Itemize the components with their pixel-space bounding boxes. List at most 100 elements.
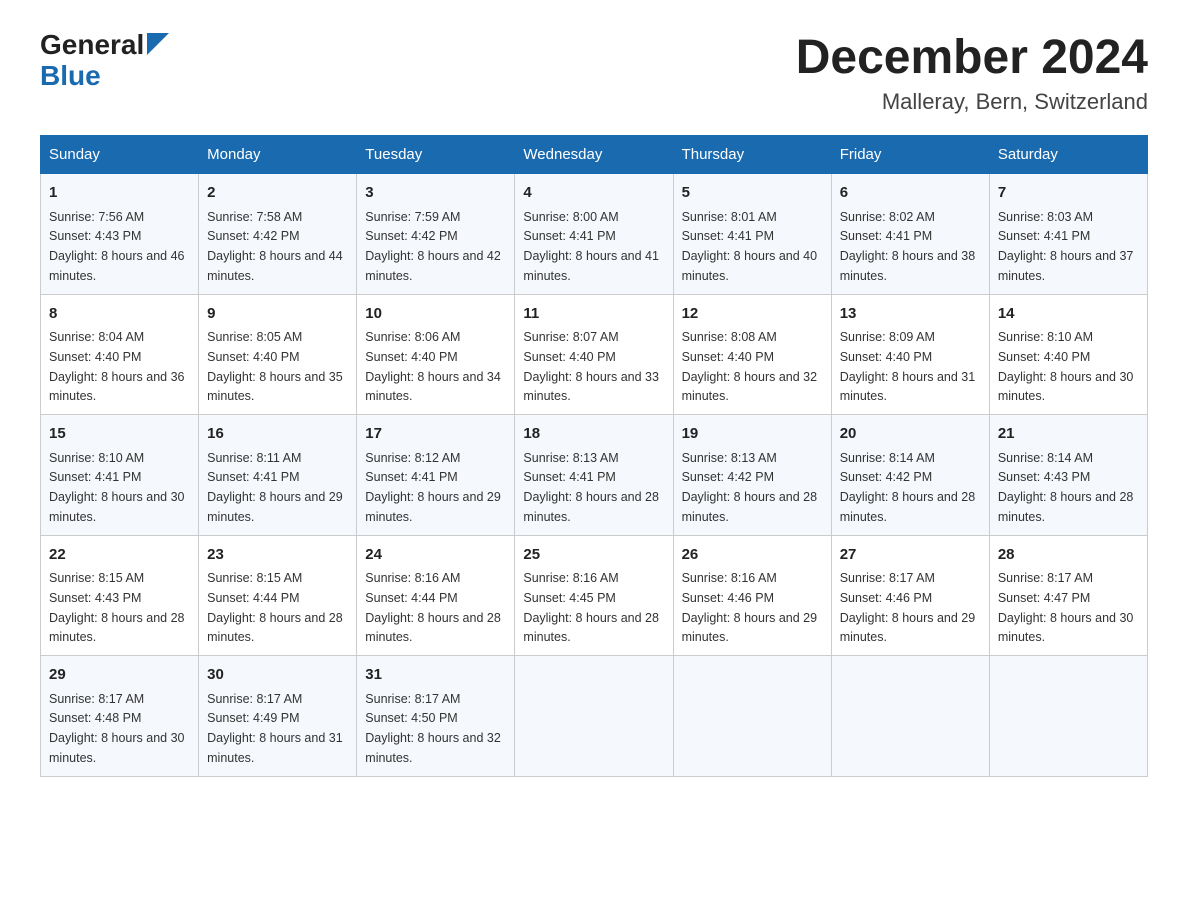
day-info: Sunrise: 8:14 AMSunset: 4:42 PMDaylight:… bbox=[840, 451, 976, 524]
day-info: Sunrise: 8:05 AMSunset: 4:40 PMDaylight:… bbox=[207, 330, 343, 403]
day-number: 28 bbox=[998, 544, 1139, 567]
day-cell: 3 Sunrise: 7:59 AMSunset: 4:42 PMDayligh… bbox=[357, 174, 515, 295]
day-number: 2 bbox=[207, 182, 348, 205]
day-number: 17 bbox=[365, 423, 506, 446]
day-of-week-header-tuesday: Tuesday bbox=[357, 136, 515, 174]
day-cell: 10 Sunrise: 8:06 AMSunset: 4:40 PMDaylig… bbox=[357, 294, 515, 415]
week-row-3: 15 Sunrise: 8:10 AMSunset: 4:41 PMDaylig… bbox=[41, 415, 1148, 536]
day-info: Sunrise: 8:17 AMSunset: 4:49 PMDaylight:… bbox=[207, 692, 343, 765]
day-cell bbox=[515, 656, 673, 777]
day-cell: 8 Sunrise: 8:04 AMSunset: 4:40 PMDayligh… bbox=[41, 294, 199, 415]
day-of-week-header-wednesday: Wednesday bbox=[515, 136, 673, 174]
day-number: 12 bbox=[682, 303, 823, 326]
day-cell: 28 Sunrise: 8:17 AMSunset: 4:47 PMDaylig… bbox=[989, 535, 1147, 656]
day-number: 20 bbox=[840, 423, 981, 446]
logo-blue-text: Blue bbox=[40, 61, 169, 92]
logo: General Blue bbox=[40, 30, 169, 92]
day-cell: 12 Sunrise: 8:08 AMSunset: 4:40 PMDaylig… bbox=[673, 294, 831, 415]
day-info: Sunrise: 8:13 AMSunset: 4:41 PMDaylight:… bbox=[523, 451, 659, 524]
day-info: Sunrise: 8:12 AMSunset: 4:41 PMDaylight:… bbox=[365, 451, 501, 524]
day-number: 3 bbox=[365, 182, 506, 205]
day-cell: 27 Sunrise: 8:17 AMSunset: 4:46 PMDaylig… bbox=[831, 535, 989, 656]
month-year-title: December 2024 bbox=[796, 30, 1148, 85]
day-number: 4 bbox=[523, 182, 664, 205]
day-info: Sunrise: 8:16 AMSunset: 4:46 PMDaylight:… bbox=[682, 571, 818, 644]
week-row-1: 1 Sunrise: 7:56 AMSunset: 4:43 PMDayligh… bbox=[41, 174, 1148, 295]
day-cell: 6 Sunrise: 8:02 AMSunset: 4:41 PMDayligh… bbox=[831, 174, 989, 295]
day-info: Sunrise: 8:17 AMSunset: 4:47 PMDaylight:… bbox=[998, 571, 1134, 644]
day-cell bbox=[673, 656, 831, 777]
day-info: Sunrise: 7:59 AMSunset: 4:42 PMDaylight:… bbox=[365, 210, 501, 283]
day-number: 23 bbox=[207, 544, 348, 567]
day-number: 29 bbox=[49, 664, 190, 687]
page-header: General Blue December 2024 Malleray, Ber… bbox=[40, 30, 1148, 115]
day-number: 19 bbox=[682, 423, 823, 446]
day-number: 26 bbox=[682, 544, 823, 567]
calendar-table: SundayMondayTuesdayWednesdayThursdayFrid… bbox=[40, 135, 1148, 777]
day-cell: 9 Sunrise: 8:05 AMSunset: 4:40 PMDayligh… bbox=[199, 294, 357, 415]
day-cell: 16 Sunrise: 8:11 AMSunset: 4:41 PMDaylig… bbox=[199, 415, 357, 536]
day-info: Sunrise: 8:10 AMSunset: 4:41 PMDaylight:… bbox=[49, 451, 185, 524]
day-cell: 1 Sunrise: 7:56 AMSunset: 4:43 PMDayligh… bbox=[41, 174, 199, 295]
day-of-week-header-sunday: Sunday bbox=[41, 136, 199, 174]
day-number: 10 bbox=[365, 303, 506, 326]
day-info: Sunrise: 8:15 AMSunset: 4:44 PMDaylight:… bbox=[207, 571, 343, 644]
day-number: 22 bbox=[49, 544, 190, 567]
location-subtitle: Malleray, Bern, Switzerland bbox=[796, 89, 1148, 115]
week-row-2: 8 Sunrise: 8:04 AMSunset: 4:40 PMDayligh… bbox=[41, 294, 1148, 415]
day-info: Sunrise: 8:17 AMSunset: 4:46 PMDaylight:… bbox=[840, 571, 976, 644]
day-info: Sunrise: 8:06 AMSunset: 4:40 PMDaylight:… bbox=[365, 330, 501, 403]
day-cell: 19 Sunrise: 8:13 AMSunset: 4:42 PMDaylig… bbox=[673, 415, 831, 536]
day-number: 5 bbox=[682, 182, 823, 205]
day-of-week-header-thursday: Thursday bbox=[673, 136, 831, 174]
day-cell: 15 Sunrise: 8:10 AMSunset: 4:41 PMDaylig… bbox=[41, 415, 199, 536]
day-info: Sunrise: 7:56 AMSunset: 4:43 PMDaylight:… bbox=[49, 210, 185, 283]
day-cell: 21 Sunrise: 8:14 AMSunset: 4:43 PMDaylig… bbox=[989, 415, 1147, 536]
day-cell: 13 Sunrise: 8:09 AMSunset: 4:40 PMDaylig… bbox=[831, 294, 989, 415]
day-cell: 18 Sunrise: 8:13 AMSunset: 4:41 PMDaylig… bbox=[515, 415, 673, 536]
day-info: Sunrise: 8:03 AMSunset: 4:41 PMDaylight:… bbox=[998, 210, 1134, 283]
day-cell bbox=[989, 656, 1147, 777]
day-of-week-header-friday: Friday bbox=[831, 136, 989, 174]
day-cell: 23 Sunrise: 8:15 AMSunset: 4:44 PMDaylig… bbox=[199, 535, 357, 656]
day-cell: 24 Sunrise: 8:16 AMSunset: 4:44 PMDaylig… bbox=[357, 535, 515, 656]
day-number: 9 bbox=[207, 303, 348, 326]
day-info: Sunrise: 8:02 AMSunset: 4:41 PMDaylight:… bbox=[840, 210, 976, 283]
day-number: 27 bbox=[840, 544, 981, 567]
day-info: Sunrise: 8:09 AMSunset: 4:40 PMDaylight:… bbox=[840, 330, 976, 403]
day-cell: 26 Sunrise: 8:16 AMSunset: 4:46 PMDaylig… bbox=[673, 535, 831, 656]
week-row-5: 29 Sunrise: 8:17 AMSunset: 4:48 PMDaylig… bbox=[41, 656, 1148, 777]
day-cell: 4 Sunrise: 8:00 AMSunset: 4:41 PMDayligh… bbox=[515, 174, 673, 295]
day-info: Sunrise: 8:08 AMSunset: 4:40 PMDaylight:… bbox=[682, 330, 818, 403]
day-number: 11 bbox=[523, 303, 664, 326]
day-cell: 31 Sunrise: 8:17 AMSunset: 4:50 PMDaylig… bbox=[357, 656, 515, 777]
day-info: Sunrise: 8:10 AMSunset: 4:40 PMDaylight:… bbox=[998, 330, 1134, 403]
day-number: 30 bbox=[207, 664, 348, 687]
day-cell: 22 Sunrise: 8:15 AMSunset: 4:43 PMDaylig… bbox=[41, 535, 199, 656]
day-cell: 5 Sunrise: 8:01 AMSunset: 4:41 PMDayligh… bbox=[673, 174, 831, 295]
day-cell: 25 Sunrise: 8:16 AMSunset: 4:45 PMDaylig… bbox=[515, 535, 673, 656]
day-info: Sunrise: 8:15 AMSunset: 4:43 PMDaylight:… bbox=[49, 571, 185, 644]
day-cell: 14 Sunrise: 8:10 AMSunset: 4:40 PMDaylig… bbox=[989, 294, 1147, 415]
day-info: Sunrise: 8:17 AMSunset: 4:50 PMDaylight:… bbox=[365, 692, 501, 765]
day-info: Sunrise: 8:16 AMSunset: 4:44 PMDaylight:… bbox=[365, 571, 501, 644]
day-info: Sunrise: 8:16 AMSunset: 4:45 PMDaylight:… bbox=[523, 571, 659, 644]
day-number: 21 bbox=[998, 423, 1139, 446]
day-info: Sunrise: 8:01 AMSunset: 4:41 PMDaylight:… bbox=[682, 210, 818, 283]
day-info: Sunrise: 7:58 AMSunset: 4:42 PMDaylight:… bbox=[207, 210, 343, 283]
title-block: December 2024 Malleray, Bern, Switzerlan… bbox=[796, 30, 1148, 115]
day-number: 13 bbox=[840, 303, 981, 326]
calendar-header: SundayMondayTuesdayWednesdayThursdayFrid… bbox=[41, 136, 1148, 174]
day-info: Sunrise: 8:14 AMSunset: 4:43 PMDaylight:… bbox=[998, 451, 1134, 524]
day-of-week-header-monday: Monday bbox=[199, 136, 357, 174]
day-number: 25 bbox=[523, 544, 664, 567]
day-number: 16 bbox=[207, 423, 348, 446]
day-cell: 2 Sunrise: 7:58 AMSunset: 4:42 PMDayligh… bbox=[199, 174, 357, 295]
day-cell: 7 Sunrise: 8:03 AMSunset: 4:41 PMDayligh… bbox=[989, 174, 1147, 295]
day-number: 7 bbox=[998, 182, 1139, 205]
day-info: Sunrise: 8:17 AMSunset: 4:48 PMDaylight:… bbox=[49, 692, 185, 765]
day-number: 8 bbox=[49, 303, 190, 326]
calendar-body: 1 Sunrise: 7:56 AMSunset: 4:43 PMDayligh… bbox=[41, 174, 1148, 777]
day-of-week-header-saturday: Saturday bbox=[989, 136, 1147, 174]
week-row-4: 22 Sunrise: 8:15 AMSunset: 4:43 PMDaylig… bbox=[41, 535, 1148, 656]
